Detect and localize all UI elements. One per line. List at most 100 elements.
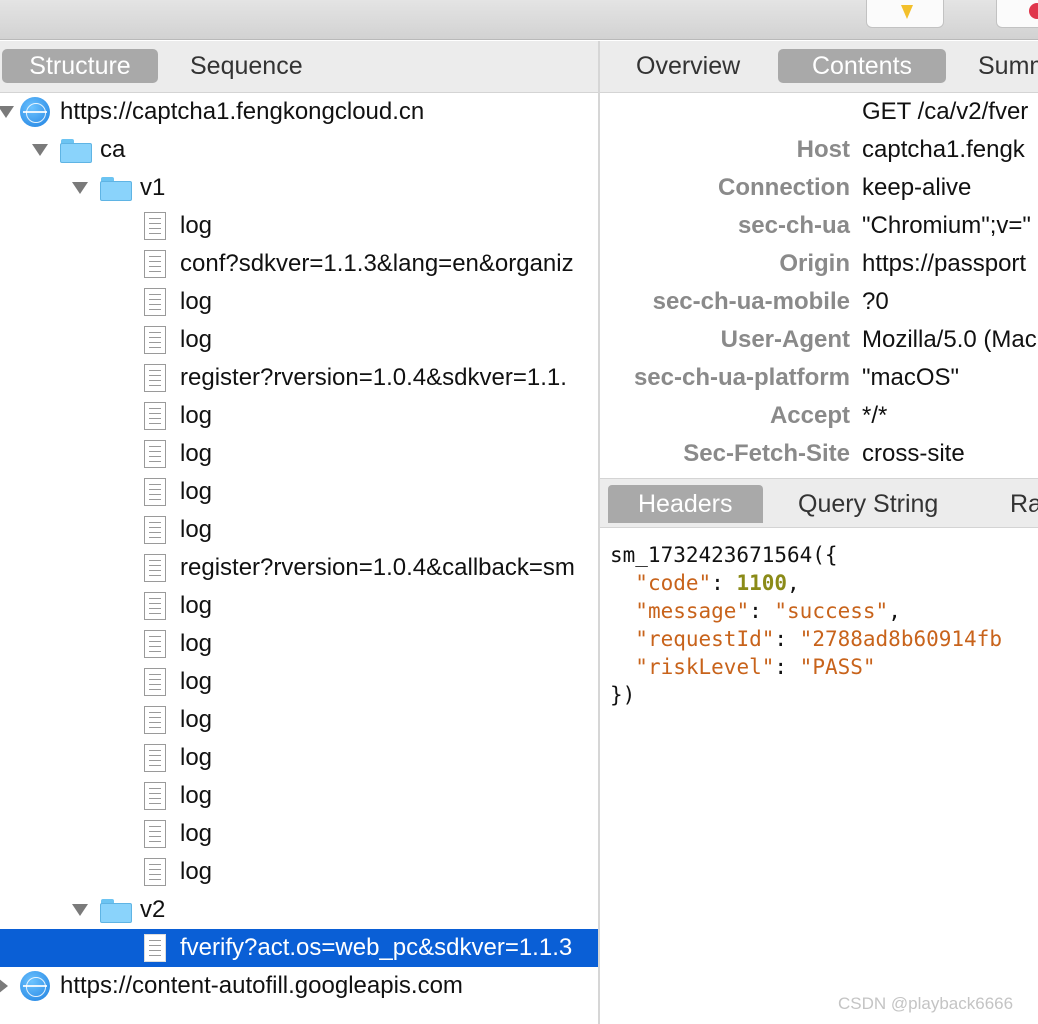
tab-summary[interactable]: Summ <box>964 49 1038 83</box>
disclosure-expanded-icon[interactable] <box>32 144 48 156</box>
tree-item-label: register?rversion=1.0.4&callback=sm <box>180 554 575 581</box>
document-icon <box>144 250 166 278</box>
folder-icon <box>100 177 132 201</box>
response-body: sm_1732423671564({ "code": 1100, "messag… <box>610 543 1002 707</box>
header-value: captcha1.fengk <box>862 136 1025 163</box>
left-tab-bar: Structure Sequence <box>0 41 598 93</box>
request-line-row: GET /ca/v2/fver <box>600 93 1038 131</box>
document-icon <box>144 744 166 772</box>
tree-file-row[interactable]: log <box>0 511 598 549</box>
tree-file-row[interactable]: log <box>0 473 598 511</box>
document-icon <box>144 478 166 506</box>
header-row: Host captcha1.fengk <box>600 131 1038 169</box>
tree-host-row[interactable]: https://captcha1.fengkongcloud.cn <box>0 93 598 131</box>
tab-overview[interactable]: Overview <box>622 49 754 83</box>
tree-item-label: log <box>180 212 213 239</box>
toolbar-button-tortoise[interactable] <box>866 0 944 28</box>
document-icon <box>144 820 166 848</box>
folder-icon <box>100 899 132 923</box>
tree-item-label: https://content-autofill.googleapis.com <box>60 972 463 999</box>
tree-file-row[interactable]: log <box>0 435 598 473</box>
right-tab-bar: Overview Contents Summ <box>600 41 1038 93</box>
tree-item-label: fverify?act.os=web_pc&sdkver=1.1.3 <box>180 934 573 961</box>
tab-contents[interactable]: Contents <box>778 49 946 83</box>
tree-file-row[interactable]: conf?sdkver=1.1.3&lang=en&organiz <box>0 245 598 283</box>
header-key: Host <box>796 136 850 163</box>
tree-file-row[interactable]: log <box>0 625 598 663</box>
tree-folder-row[interactable]: ca <box>0 131 598 169</box>
header-key: Connection <box>718 174 850 201</box>
tree-item-label: conf?sdkver=1.1.3&lang=en&organiz <box>180 250 574 277</box>
tab-structure[interactable]: Structure <box>2 49 158 83</box>
tree-file-row[interactable]: log <box>0 739 598 777</box>
tab-sequence[interactable]: Sequence <box>176 49 317 83</box>
disclosure-collapsed-icon[interactable] <box>0 978 8 994</box>
header-value: https://passport <box>862 250 1027 277</box>
tree-file-row[interactable]: log <box>0 777 598 815</box>
window-toolbar <box>0 0 1038 40</box>
tree-file-row[interactable]: log <box>0 397 598 435</box>
folder-icon <box>60 139 92 163</box>
tree-file-row[interactable]: log <box>0 207 598 245</box>
disclosure-expanded-icon[interactable] <box>72 904 88 916</box>
document-icon <box>144 934 166 962</box>
header-row: Origin https://passport <box>600 245 1038 283</box>
tree-file-row[interactable]: log <box>0 283 598 321</box>
header-row: Connection keep-alive <box>600 169 1038 207</box>
tree-item-label: log <box>180 326 213 353</box>
tree-host-row[interactable]: https://content-autofill.googleapis.com <box>0 967 598 1005</box>
document-icon <box>144 592 166 620</box>
tab-query-string[interactable]: Query String <box>768 485 968 523</box>
tree-file-row[interactable]: log <box>0 815 598 853</box>
tree-file-row[interactable]: fverify?act.os=web_pc&sdkver=1.1.3 <box>0 929 598 967</box>
tree-item-label: log <box>180 288 213 315</box>
toolbar-button-record[interactable] <box>996 0 1038 28</box>
json-value-message: "success" <box>774 599 889 623</box>
tab-headers[interactable]: Headers <box>608 485 763 523</box>
header-key: sec-ch-ua <box>737 212 850 239</box>
tree-file-row[interactable]: log <box>0 701 598 739</box>
header-key: Origin <box>779 250 850 277</box>
tree-item-label: log <box>180 820 213 847</box>
header-value: ?0 <box>862 288 889 315</box>
tree-item-label: register?rversion=1.0.4&sdkver=1.1. <box>180 364 567 391</box>
header-key: sec-ch-ua-platform <box>633 364 850 391</box>
tree-file-row[interactable]: register?rversion=1.0.4&callback=sm <box>0 549 598 587</box>
contents-panel: Overview Contents Summ GET /ca/v2/fver H… <box>600 41 1038 1024</box>
header-key: Sec-Fetch-Site <box>683 440 850 467</box>
header-row: sec-ch-ua "Chromium";v=" <box>600 207 1038 245</box>
globe-icon <box>20 971 50 1001</box>
tree-folder-row[interactable]: v2 <box>0 891 598 929</box>
tab-raw[interactable]: Ra <box>980 485 1038 523</box>
disclosure-expanded-icon[interactable] <box>0 106 14 118</box>
header-value: keep-alive <box>862 174 972 201</box>
json-value-code: 1100 <box>736 571 788 595</box>
disclosure-expanded-icon[interactable] <box>72 182 88 194</box>
header-value: "Chromium";v=" <box>862 212 1031 239</box>
tree-file-row[interactable]: register?rversion=1.0.4&sdkver=1.1. <box>0 359 598 397</box>
tree-file-row[interactable]: log <box>0 321 598 359</box>
tree-item-label: log <box>180 440 213 467</box>
document-icon <box>144 858 166 886</box>
document-icon <box>144 668 166 696</box>
header-key: Accept <box>769 402 850 429</box>
response-callback: sm_1732423671564({ <box>610 543 838 567</box>
tree-item-label: log <box>180 706 213 733</box>
tree-item-label: ca <box>100 136 126 163</box>
tree-item-label: v1 <box>140 174 166 201</box>
tree-item-label: log <box>180 516 213 543</box>
document-icon <box>144 554 166 582</box>
json-value-requestid: "2788ad8b60914fb <box>799 627 1002 651</box>
tree-file-row[interactable]: log <box>0 663 598 701</box>
json-key-risklevel: "riskLevel" <box>635 655 775 679</box>
tree-file-row[interactable]: log <box>0 853 598 891</box>
header-key: User-Agent <box>720 326 850 353</box>
structure-panel: Structure Sequence https://captcha1.feng… <box>0 41 598 1024</box>
tree-file-row[interactable]: log <box>0 587 598 625</box>
tree-folder-row[interactable]: v1 <box>0 169 598 207</box>
document-icon <box>144 326 166 354</box>
tree-item-label: log <box>180 858 213 885</box>
document-icon <box>144 288 166 316</box>
json-key-message: "message" <box>635 599 750 623</box>
document-icon <box>144 516 166 544</box>
